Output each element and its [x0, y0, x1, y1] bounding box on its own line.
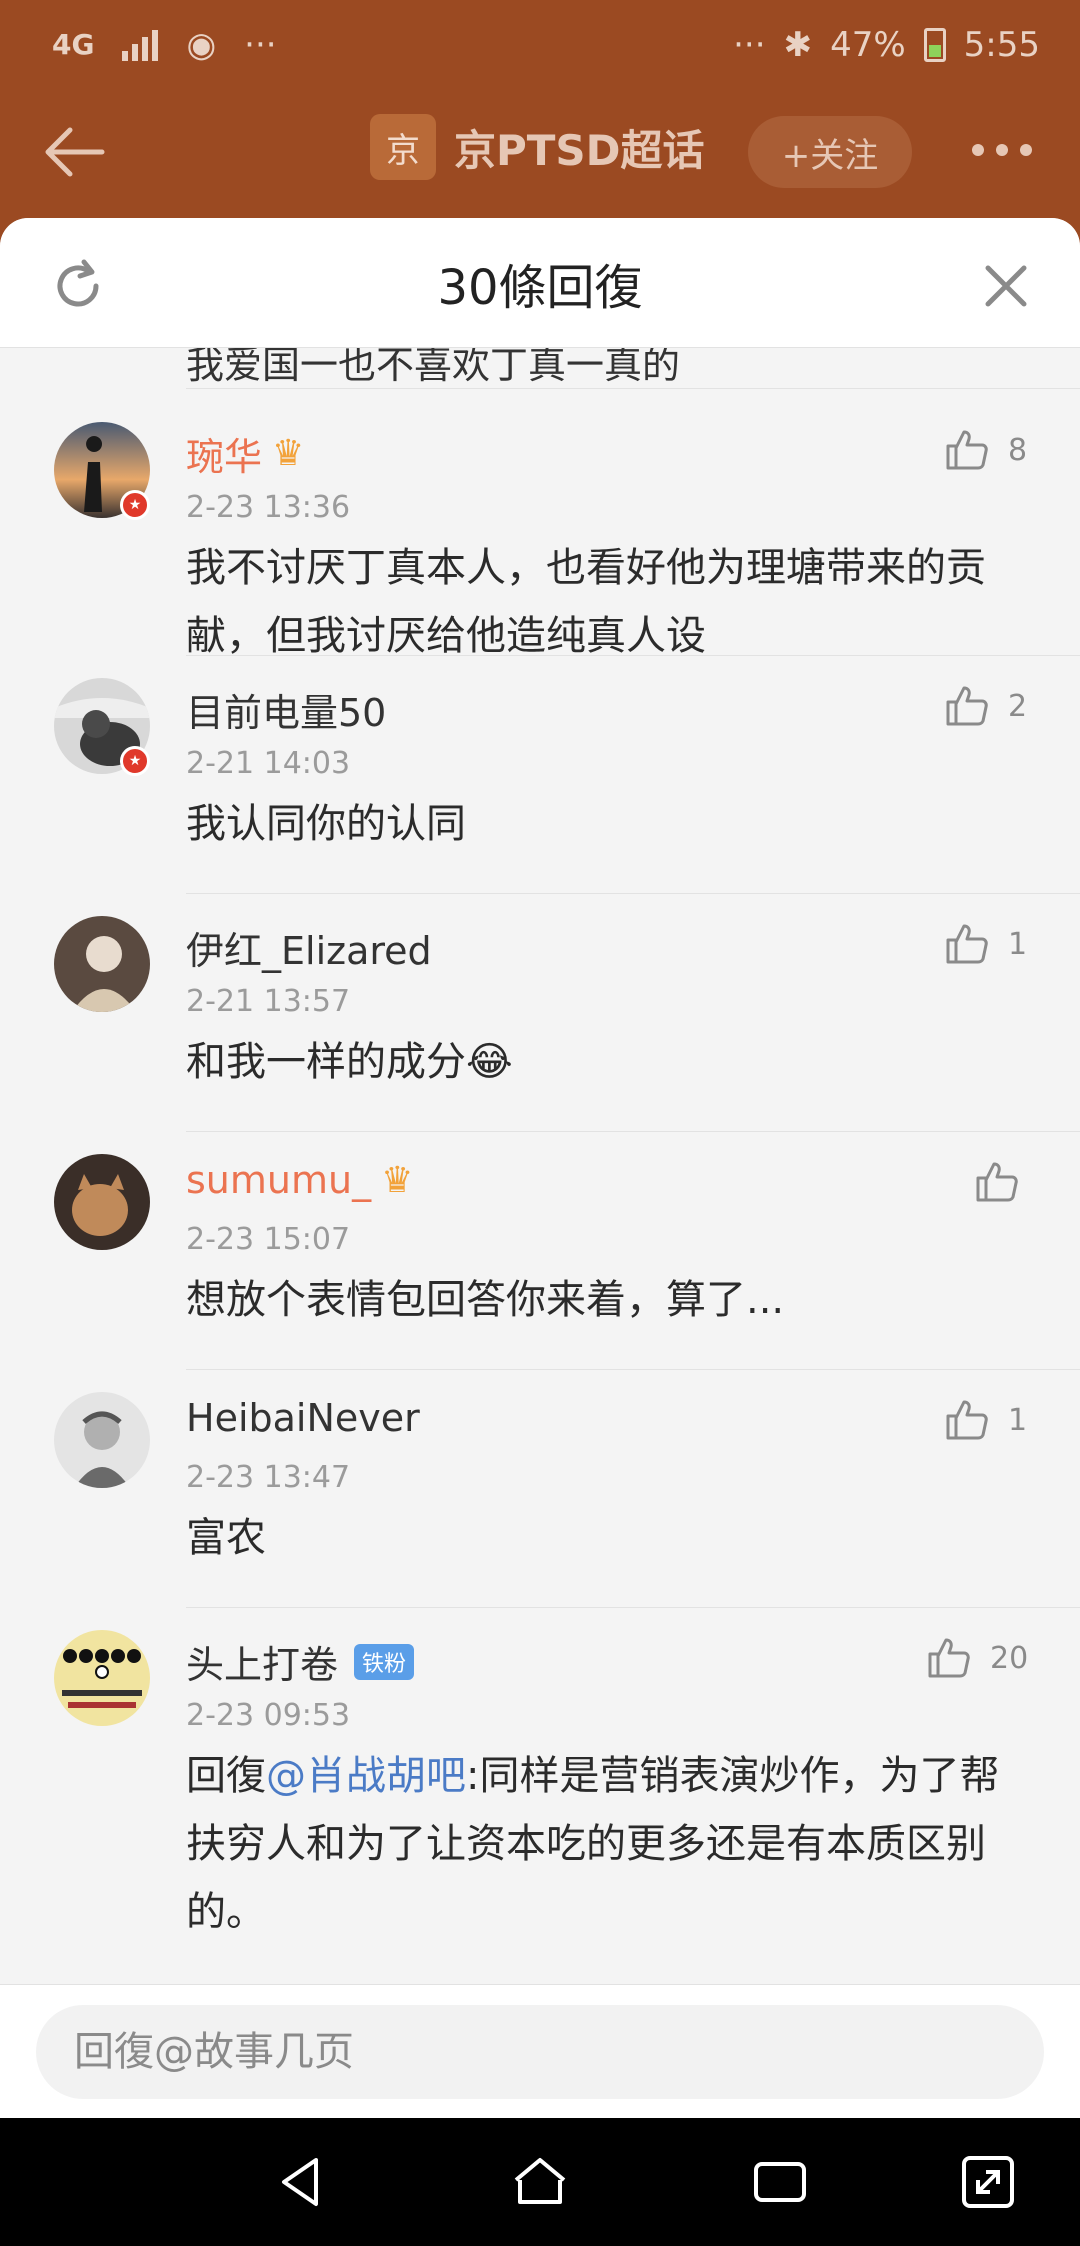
like-button[interactable] [972, 1158, 1020, 1206]
nav-expand-icon[interactable] [956, 2150, 1020, 2214]
comment-text: 回復@肖战胡吧:同样是营销表演炒作，为了帮扶穷人和为了让资本吃的更多还是有本质区… [186, 1742, 1036, 1946]
system-nav-bar [0, 2118, 1080, 2246]
comment-text: 富农 [186, 1515, 266, 1561]
like-button[interactable]: 2 [942, 682, 1027, 730]
comment-text: 我认同你的认同 [186, 801, 466, 847]
sheet-title: 30條回復 [437, 260, 643, 316]
clock: 5:55 [963, 25, 1040, 65]
status-bar: 4G ◉ ··· ··· ✱ 47% 5:55 [0, 0, 1080, 90]
thumbs-up-icon [946, 1400, 988, 1440]
close-icon[interactable] [980, 260, 1032, 312]
divider [186, 893, 1080, 894]
nav-recents-icon[interactable] [748, 2150, 812, 2214]
comment-time: 2-23 09:53 [186, 1698, 351, 1733]
comment-time: 2-23 15:07 [186, 1222, 351, 1257]
thumbs-up-icon [946, 924, 988, 964]
fan-badge: 铁粉 [354, 1643, 415, 1680]
divider [186, 1607, 1080, 1608]
reply-prefix: 回復 [186, 1753, 266, 1799]
thumbs-up-icon [946, 686, 988, 726]
username[interactable]: 头上打卷 [186, 1634, 338, 1689]
username[interactable]: HeibaiNever [186, 1396, 420, 1440]
more-options-icon[interactable] [972, 144, 1032, 156]
battery-icon [923, 28, 946, 62]
replies-sheet: 30條回復 我爱国一也不喜欢丁真一真的 ★ 琬华 ♛ 2-23 13:36 我不… [0, 218, 1080, 2118]
username[interactable]: 琬华 [186, 426, 262, 481]
comment-time: 2-23 13:47 [186, 1460, 351, 1495]
network-type: 4G [52, 28, 95, 61]
weibo-icon: ◉ [186, 25, 217, 65]
reply-input[interactable] [36, 2005, 1044, 2099]
thumbs-up-icon [976, 1162, 1018, 1202]
comment-text: 想放个表情包回答你来着，算了... [186, 1277, 785, 1323]
status-overflow-right: ··· [733, 25, 766, 65]
mention-link[interactable]: @肖战胡吧 [266, 1753, 466, 1799]
like-button[interactable]: 1 [942, 920, 1027, 968]
topic-logo: 京 [370, 114, 436, 180]
comment-text: 我不讨厌丁真本人，也看好他为理塘带来的贡献，但我讨厌给他造纯真人设 [186, 545, 986, 659]
vip-crown-icon: ♛ [381, 1159, 414, 1201]
sheet-header: 30條回復 [0, 218, 1080, 348]
username[interactable]: 伊红_Elizared [186, 920, 432, 975]
status-overflow-left: ··· [244, 25, 277, 65]
divider [186, 1131, 1080, 1132]
verified-badge-icon: ★ [120, 490, 150, 520]
comment-time: 2-21 14:03 [186, 746, 351, 781]
signal-icon [122, 29, 159, 61]
topic-name: 京PTSD超话 [454, 125, 705, 175]
like-button[interactable]: 1 [942, 1396, 1027, 1444]
avatar[interactable] [54, 1392, 150, 1488]
divider [186, 388, 1080, 389]
reply-bar [0, 1984, 1080, 2118]
username[interactable]: sumumu_ [186, 1158, 371, 1202]
verified-badge-icon: ★ [120, 746, 150, 776]
like-count: 1 [1008, 1402, 1028, 1438]
like-count: 8 [1008, 432, 1028, 468]
vip-crown-icon: ♛ [272, 433, 305, 474]
battery-percent: 47% [830, 25, 906, 65]
nav-home-icon[interactable] [508, 2150, 572, 2214]
follow-button[interactable]: +关注 [748, 116, 912, 188]
comment-time: 2-21 13:57 [186, 984, 351, 1019]
comment-text: 和我一样的成分😂 [186, 1039, 513, 1085]
back-arrow-icon[interactable] [40, 122, 110, 182]
thumbs-up-icon [928, 1638, 970, 1678]
divider [186, 655, 1080, 656]
like-count: 20 [990, 1640, 1029, 1676]
avatar[interactable] [54, 1154, 150, 1250]
comment-list[interactable]: 我爱国一也不喜欢丁真一真的 ★ 琬华 ♛ 2-23 13:36 我不讨厌丁真本人… [0, 343, 1080, 2118]
avatar[interactable] [54, 916, 150, 1012]
comment-time: 2-23 13:36 [186, 490, 351, 525]
avatar[interactable] [54, 1630, 150, 1726]
like-count: 2 [1008, 688, 1028, 724]
like-button[interactable]: 8 [942, 426, 1027, 474]
bluetooth-icon: ✱ [783, 25, 813, 65]
like-button[interactable]: 20 [924, 1634, 1028, 1682]
nav-back-icon[interactable] [270, 2150, 334, 2214]
thumbs-up-icon [946, 430, 988, 470]
divider [186, 1369, 1080, 1370]
topic-header: 京 京PTSD超话 +关注 [0, 100, 1080, 210]
like-count: 1 [1008, 926, 1028, 962]
username[interactable]: 目前电量50 [186, 682, 386, 737]
